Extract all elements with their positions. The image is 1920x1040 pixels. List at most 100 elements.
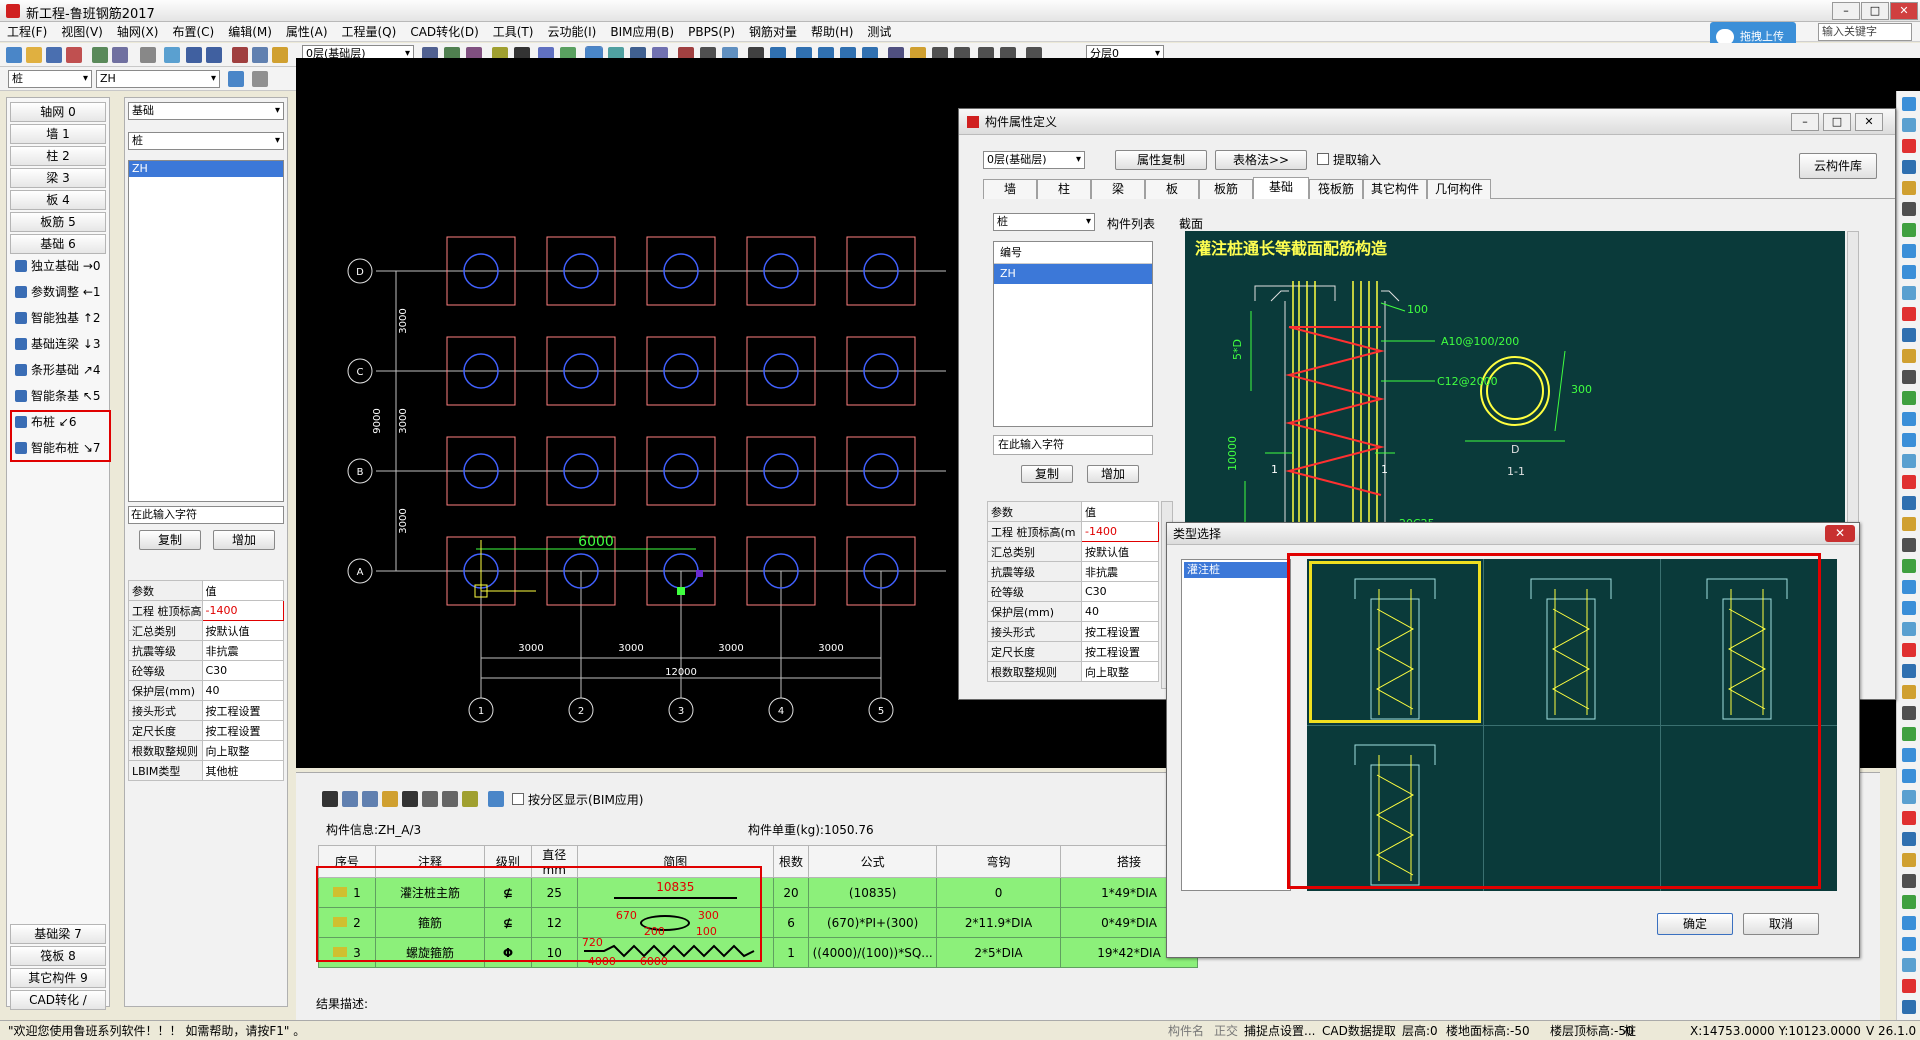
status-item[interactable]: 捕捉点设置... bbox=[1244, 1022, 1315, 1040]
cancel-button[interactable]: 取消 bbox=[1743, 913, 1819, 935]
view-icon[interactable] bbox=[164, 47, 180, 63]
dialog-add-button[interactable]: 增加 bbox=[1087, 465, 1139, 483]
tool-icon[interactable] bbox=[1902, 454, 1916, 468]
tab-slab-rebar[interactable]: 板筋 bbox=[1199, 179, 1253, 199]
tool-icon[interactable] bbox=[1902, 433, 1916, 447]
edit-icon[interactable] bbox=[92, 47, 108, 63]
layer-icon[interactable] bbox=[140, 47, 156, 63]
prop-value[interactable]: 其他桩 bbox=[201, 760, 284, 781]
copy-icon[interactable] bbox=[252, 47, 268, 63]
prop-value[interactable]: 向上取整 bbox=[201, 740, 284, 761]
type-select[interactable]: 桩 bbox=[128, 132, 284, 150]
prop-value[interactable]: 40 bbox=[1081, 601, 1159, 622]
prop-value[interactable]: 按工程设置 bbox=[1081, 621, 1159, 642]
tool-icon[interactable] bbox=[1902, 286, 1916, 300]
nav-slab[interactable]: 板 4 bbox=[10, 190, 106, 210]
prop-value[interactable]: 按工程设置 bbox=[201, 720, 284, 741]
menu-axis[interactable]: 轴网(X) bbox=[110, 22, 166, 42]
menu-test[interactable]: 测试 bbox=[860, 22, 898, 42]
tool-icon[interactable] bbox=[1902, 790, 1916, 804]
prop-value[interactable]: 非抗震 bbox=[1081, 561, 1159, 582]
tool-icon[interactable] bbox=[1902, 622, 1916, 636]
dialog-close-button[interactable]: ✕ bbox=[1855, 113, 1883, 131]
tool-icon[interactable] bbox=[1902, 244, 1916, 258]
tool-icon[interactable] bbox=[1902, 181, 1916, 195]
prop-value[interactable]: -1400 bbox=[1081, 521, 1159, 542]
tool-icon[interactable] bbox=[1902, 832, 1916, 846]
menu-bim[interactable]: BIM应用(B) bbox=[603, 22, 681, 42]
prop-value[interactable]: 按工程设置 bbox=[201, 700, 284, 721]
paste-icon[interactable] bbox=[272, 47, 288, 63]
tab-wall[interactable]: 墙 bbox=[983, 179, 1037, 199]
menu-edit[interactable]: 编辑(M) bbox=[221, 22, 279, 42]
dialog-name-input[interactable]: 在此输入字符 bbox=[993, 435, 1153, 455]
status-item[interactable]: 构件名 bbox=[1168, 1022, 1204, 1040]
tool-icon[interactable] bbox=[1902, 895, 1916, 909]
menu-rebar-check[interactable]: 钢筋对量 bbox=[742, 22, 804, 42]
copy-row-icon[interactable] bbox=[362, 791, 378, 807]
dialog-type-select[interactable]: 桩 bbox=[993, 213, 1095, 231]
nav-sub-param-adjust[interactable]: 参数调整 ←1 bbox=[15, 281, 107, 303]
menu-cad[interactable]: CAD转化(D) bbox=[403, 22, 485, 42]
bim-zone-checkbox[interactable] bbox=[512, 793, 524, 805]
redo-icon[interactable] bbox=[206, 47, 222, 63]
copy-button[interactable]: 复制 bbox=[139, 530, 201, 550]
status-item[interactable]: 正交 bbox=[1214, 1022, 1238, 1040]
prop-value[interactable]: 向上取整 bbox=[1081, 661, 1159, 682]
menu-layout[interactable]: 布置(C) bbox=[165, 22, 221, 42]
new-icon[interactable] bbox=[6, 47, 22, 63]
ok-button[interactable]: 确定 bbox=[1657, 913, 1733, 935]
nav-slab-rebar[interactable]: 板筋 5 bbox=[10, 212, 106, 232]
tab-column[interactable]: 柱 bbox=[1037, 179, 1091, 199]
tool-icon[interactable] bbox=[1902, 118, 1916, 132]
tab-other[interactable]: 其它构件 bbox=[1363, 179, 1427, 199]
nav-foundation-beam[interactable]: 基础梁 7 bbox=[10, 924, 106, 944]
tool-icon[interactable] bbox=[1902, 727, 1916, 741]
nav-other[interactable]: 其它构件 9 bbox=[10, 968, 106, 988]
tool-icon[interactable] bbox=[1902, 160, 1916, 174]
tool-icon[interactable] bbox=[1902, 370, 1916, 384]
tool-icon[interactable] bbox=[1902, 937, 1916, 951]
prop-value[interactable]: 40 bbox=[201, 680, 284, 701]
tool-icon[interactable] bbox=[1902, 517, 1916, 531]
tool-icon[interactable] bbox=[1902, 769, 1916, 783]
prop-value[interactable]: 非抗震 bbox=[201, 640, 284, 661]
prop-value[interactable]: 按默认值 bbox=[201, 620, 284, 641]
filter-icon[interactable] bbox=[252, 71, 268, 87]
prop-value[interactable]: C30 bbox=[1081, 581, 1159, 602]
tool-icon[interactable] bbox=[1902, 853, 1916, 867]
tool-icon[interactable] bbox=[1902, 643, 1916, 657]
print-icon[interactable] bbox=[112, 47, 128, 63]
prop-value[interactable]: 按工程设置 bbox=[1081, 641, 1159, 662]
tool-icon[interactable] bbox=[1902, 559, 1916, 573]
table-method-button[interactable]: 表格法>> bbox=[1215, 150, 1307, 170]
dialog-minimize-button[interactable]: – bbox=[1791, 113, 1819, 131]
settings-icon[interactable] bbox=[488, 791, 504, 807]
tool-icon[interactable] bbox=[1902, 748, 1916, 762]
tool-icon[interactable] bbox=[1902, 139, 1916, 153]
menu-help[interactable]: 帮助(H) bbox=[804, 22, 860, 42]
menu-attr[interactable]: 属性(A) bbox=[279, 22, 335, 42]
nav-sub-strip-footing[interactable]: 条形基础 ↗4 bbox=[15, 359, 107, 381]
name-filter-select[interactable]: ZH bbox=[96, 70, 220, 88]
undo-icon[interactable] bbox=[186, 47, 202, 63]
type-dialog-close-button[interactable]: ✕ bbox=[1825, 525, 1855, 542]
close-button[interactable]: ✕ bbox=[1890, 2, 1918, 20]
save-as-icon[interactable] bbox=[66, 47, 82, 63]
tool-icon[interactable] bbox=[1902, 685, 1916, 699]
list-item[interactable]: 灌注桩 bbox=[1184, 562, 1288, 578]
move-up-icon[interactable] bbox=[422, 791, 438, 807]
copy-attr-button[interactable]: 属性复制 bbox=[1115, 150, 1207, 170]
nav-cad[interactable]: CAD转化 / bbox=[10, 990, 106, 1010]
tool-icon[interactable] bbox=[1902, 97, 1916, 111]
tab-geometry[interactable]: 几何构件 bbox=[1427, 179, 1491, 199]
menu-cloud[interactable]: 云功能(I) bbox=[540, 22, 603, 42]
status-item[interactable]: CAD数据提取 bbox=[1322, 1022, 1396, 1040]
minimize-button[interactable]: – bbox=[1832, 2, 1860, 20]
tool-icon[interactable] bbox=[1902, 223, 1916, 237]
nav-column[interactable]: 柱 2 bbox=[10, 146, 106, 166]
tool-icon[interactable] bbox=[1902, 475, 1916, 489]
tab-raft-rebar[interactable]: 筏板筋 bbox=[1309, 179, 1363, 199]
open-icon[interactable] bbox=[26, 47, 42, 63]
pick-icon[interactable] bbox=[228, 71, 244, 87]
